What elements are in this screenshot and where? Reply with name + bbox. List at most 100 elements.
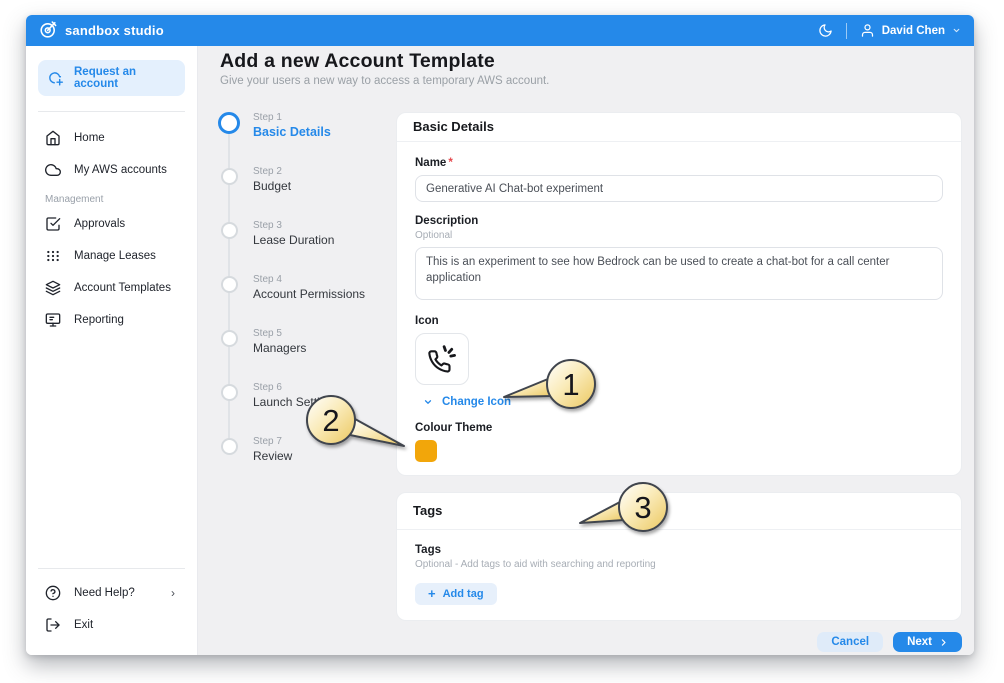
check-square-icon (45, 216, 61, 232)
step-circle (221, 384, 238, 401)
cloud-icon (45, 162, 61, 178)
sidebar-item-exit[interactable]: Exit (26, 609, 197, 641)
sidebar: Request an account Home (26, 46, 198, 655)
monitor-icon (45, 312, 61, 328)
page-head: Add a new Account Template Give your use… (198, 46, 974, 89)
add-tag-button[interactable]: + Add tag (415, 583, 497, 605)
chevron-right-icon: › (171, 586, 175, 600)
sandbox-studio-logo-icon (39, 20, 58, 42)
add-tag-label: Add tag (443, 588, 484, 600)
tags-hint: Optional - Add tags to aid with searchin… (415, 558, 943, 571)
grid-dots-icon (45, 248, 61, 264)
wizard-actions: Cancel Next (396, 632, 962, 652)
step-budget[interactable]: Step 2 Budget (218, 166, 396, 196)
next-button[interactable]: Next (893, 632, 962, 652)
step-name: Account Permissions (253, 287, 365, 301)
step-review[interactable]: Step 7 Review (218, 436, 396, 466)
step-circle (221, 222, 238, 239)
sidebar-item-label: Home (74, 132, 105, 144)
step-circle-active (218, 112, 240, 134)
home-icon (45, 130, 61, 146)
tags-card: Tags Tags Optional - Add tags to aid wit… (396, 492, 962, 621)
sidebar-item-account-templates[interactable]: Account Templates (26, 272, 197, 304)
user-name: David Chen (882, 25, 945, 37)
dark-mode-moon-icon[interactable] (818, 23, 833, 38)
step-launch-settings[interactable]: Step 6 Launch Settings (218, 382, 396, 412)
chevron-down-icon (423, 397, 433, 407)
chevron-down-icon (952, 26, 961, 35)
sidebar-item-label: Exit (74, 619, 93, 631)
sidebar-item-manage-leases[interactable]: Manage Leases (26, 240, 197, 272)
sidebar-item-reporting[interactable]: Reporting (26, 304, 197, 336)
step-label: Step 4 (253, 274, 365, 285)
page-subtitle: Give your users a new way to access a te… (220, 74, 974, 89)
cancel-button[interactable]: Cancel (817, 632, 883, 652)
cloud-plus-icon (48, 70, 65, 87)
sidebar-divider (38, 111, 185, 112)
step-name: Budget (253, 179, 291, 193)
name-input[interactable] (415, 175, 943, 202)
change-icon-link[interactable]: Change Icon (415, 396, 943, 408)
colour-theme-swatch[interactable] (415, 440, 437, 462)
plus-icon: + (428, 589, 436, 599)
step-name: Launch Settings (253, 395, 339, 409)
step-name: Managers (253, 341, 306, 355)
name-label-text: Name (415, 157, 446, 169)
sidebar-item-label: Need Help? (74, 587, 135, 599)
sidebar-item-approvals[interactable]: Approvals (26, 208, 197, 240)
user-icon (860, 23, 875, 38)
icon-label: Icon (415, 314, 943, 328)
tags-card-title: Tags (397, 493, 961, 530)
cancel-label: Cancel (831, 636, 869, 648)
step-label: Step 3 (253, 220, 334, 231)
description-label: Description (415, 214, 943, 228)
sidebar-section-management: Management (45, 194, 197, 205)
request-account-button[interactable]: Request an account (38, 60, 185, 96)
step-name: Basic Details (253, 125, 331, 139)
step-managers[interactable]: Step 5 Managers (218, 328, 396, 358)
step-name: Review (253, 449, 292, 463)
step-circle (221, 438, 238, 455)
chevron-right-icon (939, 638, 948, 647)
screen: sandbox studio David Chen (0, 0, 1004, 683)
change-icon-label: Change Icon (442, 396, 511, 408)
step-circle (221, 330, 238, 347)
step-label: Step 2 (253, 166, 291, 177)
step-circle (221, 276, 238, 293)
sidebar-item-label: Reporting (74, 314, 124, 326)
sidebar-footer-divider (38, 568, 185, 569)
step-account-permissions[interactable]: Step 4 Account Permissions (218, 274, 396, 304)
sidebar-item-label: Approvals (74, 218, 125, 230)
app-window: sandbox studio David Chen (26, 15, 974, 655)
main-area: Add a new Account Template Give your use… (198, 46, 974, 655)
phone-ringing-icon (426, 343, 458, 375)
sidebar-item-my-aws-accounts[interactable]: My AWS accounts (26, 154, 197, 186)
colour-theme-label: Colour Theme (415, 421, 943, 435)
help-circle-icon (45, 585, 61, 601)
step-label: Step 6 (253, 382, 339, 393)
user-menu[interactable]: David Chen (860, 23, 961, 38)
top-bar: sandbox studio David Chen (26, 15, 974, 46)
sidebar-item-label: My AWS accounts (74, 164, 167, 176)
sidebar-item-home[interactable]: Home (26, 122, 197, 154)
description-hint: Optional (415, 229, 943, 242)
step-basic-details[interactable]: Step 1 Basic Details (218, 112, 396, 142)
basic-details-card: Basic Details Name* Description Optional… (396, 112, 962, 476)
step-name: Lease Duration (253, 233, 334, 247)
wizard-stepper: Step 1 Basic Details Step 2 Budget (218, 112, 396, 652)
sidebar-item-label: Manage Leases (74, 250, 156, 262)
sidebar-item-label: Account Templates (74, 282, 171, 294)
step-label: Step 1 (253, 112, 331, 123)
exit-icon (45, 617, 61, 633)
basic-details-card-title: Basic Details (397, 113, 961, 142)
step-circle (221, 168, 238, 185)
description-input[interactable]: This is an experiment to see how Bedrock… (415, 247, 943, 300)
page-title: Add a new Account Template (220, 49, 974, 73)
name-label: Name* (415, 156, 943, 170)
tags-label: Tags (415, 543, 943, 557)
topbar-divider (846, 23, 847, 39)
layers-icon (45, 280, 61, 296)
sidebar-footer: Need Help? › Exit (26, 553, 197, 641)
sidebar-item-need-help[interactable]: Need Help? › (26, 577, 197, 609)
step-lease-duration[interactable]: Step 3 Lease Duration (218, 220, 396, 250)
